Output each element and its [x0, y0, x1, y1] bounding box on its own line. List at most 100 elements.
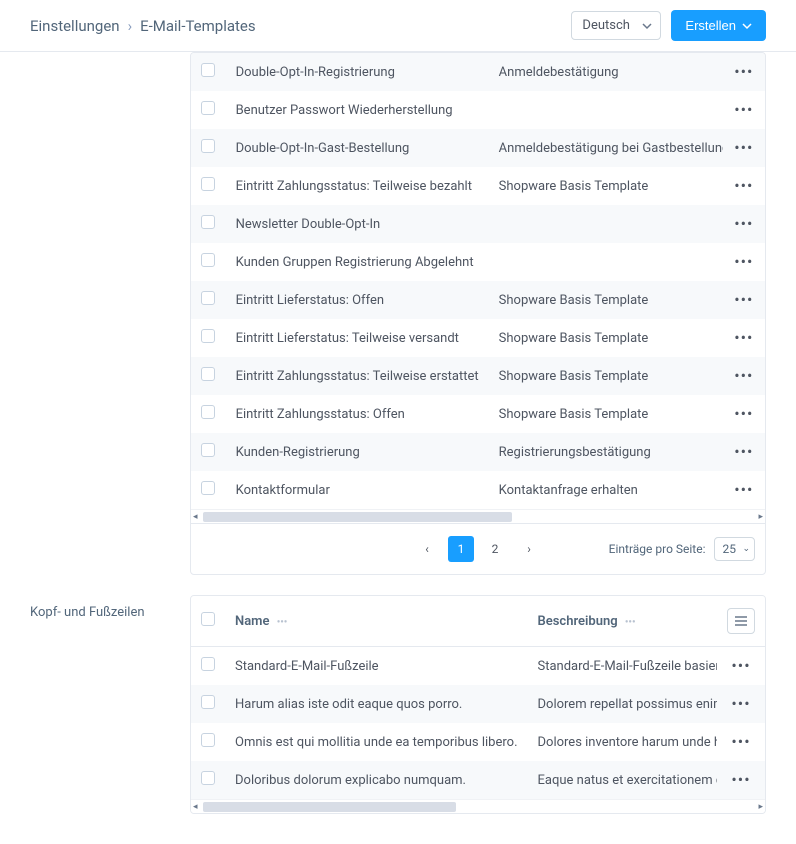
cell-desc	[489, 243, 749, 281]
row-actions-button[interactable]: •••	[734, 442, 753, 461]
cell-desc: Shopware Basis Template	[489, 357, 749, 395]
row-checkbox[interactable]	[201, 771, 215, 785]
horizontal-scrollbar[interactable]: ◂ ▸	[191, 799, 765, 813]
page-prev[interactable]: ‹	[414, 536, 440, 562]
table-row[interactable]: Omnis est qui mollitia unde ea temporibu…	[191, 723, 765, 761]
row-checkbox[interactable]	[201, 405, 215, 419]
table-row[interactable]: Newsletter Double-Opt-In•••	[191, 205, 765, 243]
column-header-name[interactable]: Name •••	[225, 596, 528, 647]
cell-name: Harum alias iste odit eaque quos porro.	[225, 685, 528, 723]
row-actions-button[interactable]: •••	[734, 366, 753, 385]
cell-name: Standard-E-Mail-Fußzeile	[225, 647, 528, 686]
cell-type: Eintritt Lieferstatus: Offen	[226, 281, 489, 319]
table-row[interactable]: Eintritt Lieferstatus: Teilweise versand…	[191, 319, 765, 357]
row-checkbox[interactable]	[201, 215, 215, 229]
row-actions-button[interactable]: •••	[734, 252, 753, 271]
row-checkbox[interactable]	[201, 291, 215, 305]
table-row[interactable]: Standard-E-Mail-FußzeileStandard-E-Mail-…	[191, 647, 765, 686]
row-checkbox[interactable]	[201, 177, 215, 191]
table-row[interactable]: Eintritt Zahlungsstatus: Teilweise ersta…	[191, 357, 765, 395]
row-checkbox[interactable]	[201, 329, 215, 343]
table-row[interactable]: Benutzer Passwort Wiederherstellung •••	[191, 91, 765, 129]
per-page-label: Einträge pro Seite:	[609, 542, 706, 556]
sort-icon: •••	[625, 617, 636, 628]
row-checkbox[interactable]	[201, 443, 215, 457]
row-actions-button[interactable]: •••	[734, 138, 753, 157]
create-button[interactable]: Erstellen	[671, 10, 766, 41]
sort-icon: •••	[277, 617, 288, 628]
row-actions-button[interactable]: •••	[734, 404, 753, 423]
breadcrumb-settings[interactable]: Einstellungen	[30, 17, 120, 35]
row-actions-button[interactable]: •••	[734, 480, 753, 499]
chevron-down-icon	[642, 21, 652, 31]
cell-type: Eintritt Lieferstatus: Teilweise versand…	[226, 319, 489, 357]
row-actions-button[interactable]: •••	[731, 732, 750, 751]
page-1[interactable]: 1	[448, 536, 474, 562]
column-header-name-label: Name	[235, 614, 269, 629]
row-actions-button[interactable]: •••	[734, 176, 753, 195]
row-checkbox[interactable]	[201, 63, 215, 77]
section-label-footers: Kopf- und Fußzeilen	[30, 595, 190, 620]
row-checkbox[interactable]	[201, 733, 215, 747]
table-row[interactable]: Kunden-RegistrierungRegistrierungsbestät…	[191, 433, 765, 471]
table-row[interactable]: Double-Opt-In-Gast-BestellungAnmeldebest…	[191, 129, 765, 167]
breadcrumb: Einstellungen › E-Mail-Templates	[30, 17, 256, 35]
cell-name: Doloribus dolorum explicabo numquam.	[225, 761, 528, 799]
page-2[interactable]: 2	[482, 536, 508, 562]
section-label-templates	[30, 52, 190, 62]
row-checkbox[interactable]	[201, 481, 215, 495]
page-size-select[interactable]: 25 ⌄	[714, 537, 756, 561]
scroll-thumb[interactable]	[203, 512, 512, 522]
table-row[interactable]: Eintritt Zahlungsstatus: Teilweise bezah…	[191, 167, 765, 205]
row-checkbox[interactable]	[201, 253, 215, 267]
cell-desc: Shopware Basis Template	[489, 281, 749, 319]
row-actions-button[interactable]: •••	[731, 656, 750, 675]
table-row[interactable]: Double-Opt-In-RegistrierungAnmeldebestät…	[191, 53, 765, 91]
row-checkbox[interactable]	[201, 657, 215, 671]
cell-desc	[489, 91, 749, 129]
row-checkbox[interactable]	[201, 367, 215, 381]
row-actions-button[interactable]: •••	[734, 100, 753, 119]
page-size-value: 25	[723, 542, 737, 556]
cell-desc	[489, 205, 749, 243]
cell-type: Eintritt Zahlungsstatus: Teilweise ersta…	[226, 357, 489, 395]
column-header-desc-label: Beschreibung	[538, 614, 618, 629]
cell-type: Double-Opt-In-Registrierung	[226, 53, 489, 91]
breadcrumb-templates: E-Mail-Templates	[140, 17, 256, 35]
table-row[interactable]: Harum alias iste odit eaque quos porro.D…	[191, 685, 765, 723]
cell-name: Omnis est qui mollitia unde ea temporibu…	[225, 723, 528, 761]
row-actions-button[interactable]: •••	[734, 328, 753, 347]
row-checkbox[interactable]	[201, 139, 215, 153]
select-all-checkbox[interactable]	[201, 612, 215, 626]
row-actions-button[interactable]: •••	[734, 290, 753, 309]
table-row[interactable]: KontaktformularKontaktanfrage erhalten••…	[191, 471, 765, 509]
chevron-down-icon: ⌄	[742, 544, 750, 554]
cell-type: Double-Opt-In-Gast-Bestellung	[226, 129, 489, 167]
language-select[interactable]: Deutsch	[571, 11, 661, 40]
table-row[interactable]: Eintritt Lieferstatus: OffenShopware Bas…	[191, 281, 765, 319]
cell-desc: Shopware Basis Template	[489, 395, 749, 433]
table-row[interactable]: Eintritt Zahlungsstatus: OffenShopware B…	[191, 395, 765, 433]
scroll-thumb[interactable]	[203, 802, 456, 812]
table-row[interactable]: Doloribus dolorum explicabo numquam.Eaqu…	[191, 761, 765, 799]
language-select-value: Deutsch	[582, 18, 630, 33]
cell-desc: Registrierungsbestätigung	[489, 433, 749, 471]
list-icon	[734, 615, 748, 627]
grid-settings-button[interactable]	[727, 608, 755, 634]
row-checkbox[interactable]	[201, 695, 215, 709]
row-actions-button[interactable]: •••	[731, 694, 750, 713]
cell-type: Kunden-Registrierung	[226, 433, 489, 471]
cell-desc: Eaque natus et exercitationem qui et fac…	[528, 761, 766, 799]
row-actions-button[interactable]: •••	[734, 214, 753, 233]
cell-desc: Shopware Basis Template	[489, 319, 749, 357]
row-actions-button[interactable]: •••	[734, 62, 753, 81]
page-next[interactable]: ›	[516, 536, 542, 562]
horizontal-scrollbar[interactable]: ◂ ▸	[191, 509, 765, 523]
cell-type: Eintritt Zahlungsstatus: Offen	[226, 395, 489, 433]
chevron-down-icon	[742, 21, 752, 31]
footers-grid: Name ••• Beschreibung •••	[190, 595, 766, 814]
scroll-right-icon: ▸	[758, 800, 763, 814]
row-checkbox[interactable]	[201, 101, 215, 115]
table-row[interactable]: Kunden Gruppen Registrierung Abgelehnt••…	[191, 243, 765, 281]
cell-type: Benutzer Passwort Wiederherstellung	[226, 91, 489, 129]
